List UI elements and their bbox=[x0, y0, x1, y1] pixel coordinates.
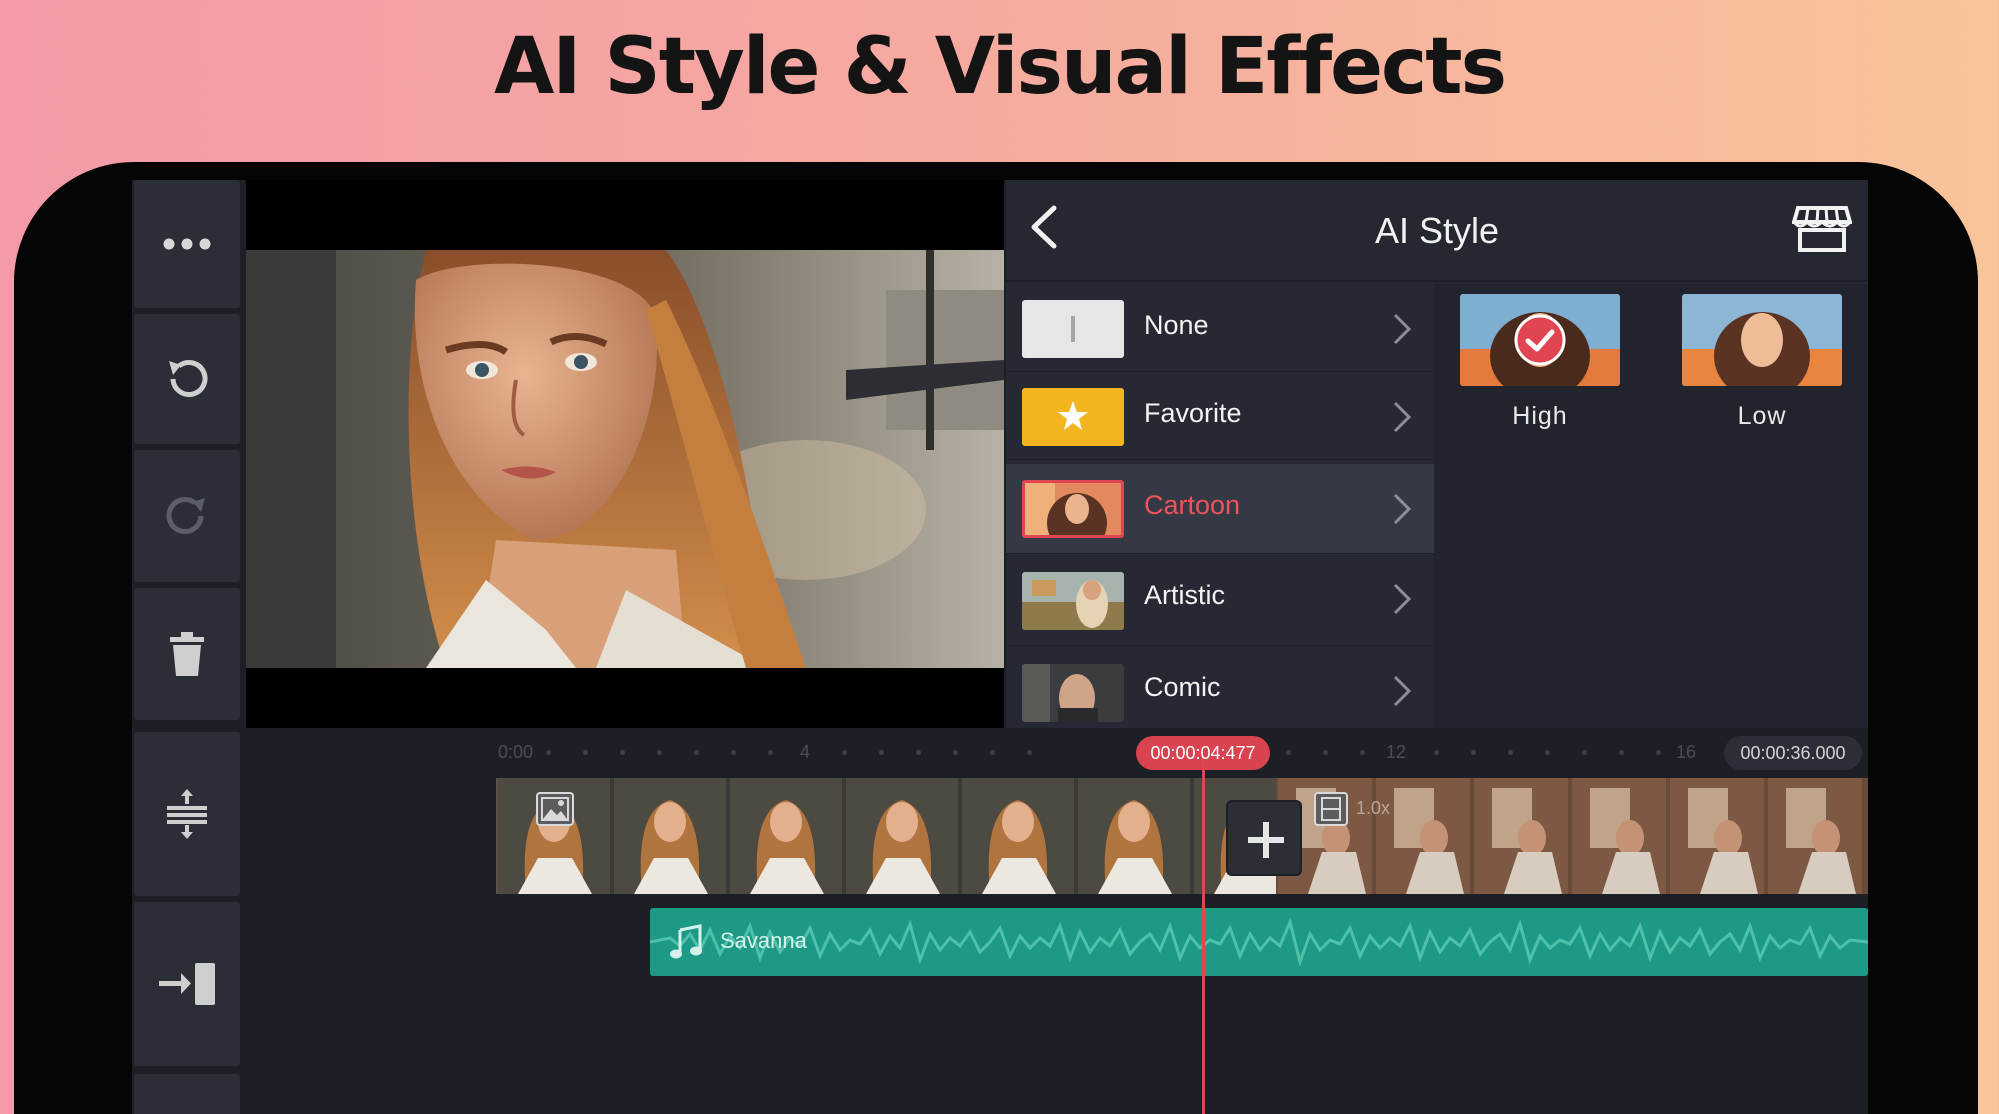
style-none-thumbnail bbox=[1022, 300, 1124, 358]
store-icon[interactable] bbox=[1792, 204, 1852, 254]
audio-track-label: Savanna bbox=[720, 928, 807, 953]
style-item-none[interactable]: None bbox=[1006, 284, 1434, 372]
strength-options: High Low bbox=[1434, 284, 1868, 728]
ruler-mark: 0:00 bbox=[498, 742, 534, 762]
more-button[interactable] bbox=[134, 180, 240, 308]
style-item-label: Favorite bbox=[1144, 398, 1242, 428]
preview-frame-image bbox=[246, 250, 1004, 668]
music-note-icon bbox=[670, 924, 702, 959]
chevron-right-icon bbox=[1393, 583, 1412, 615]
ruler-mark: 12 bbox=[1386, 742, 1407, 762]
plus-icon bbox=[1248, 822, 1284, 858]
checkmark-icon bbox=[1514, 314, 1566, 366]
strength-label: Low bbox=[1737, 402, 1787, 430]
style-item-comic[interactable]: Comic bbox=[1006, 646, 1434, 728]
panel-title: AI Style bbox=[1374, 210, 1500, 251]
undo-button[interactable] bbox=[134, 314, 240, 444]
panel-header: AI Style bbox=[1006, 180, 1868, 282]
extra-tool-button[interactable] bbox=[134, 1074, 240, 1114]
style-item-label: Cartoon bbox=[1144, 490, 1241, 520]
chevron-right-icon bbox=[1393, 493, 1412, 525]
style-artistic-thumbnail bbox=[1022, 572, 1124, 630]
style-comic-thumbnail bbox=[1022, 664, 1124, 722]
style-item-label: Artistic bbox=[1144, 580, 1225, 610]
playhead[interactable] bbox=[1202, 760, 1205, 1114]
strength-option-high[interactable]: High bbox=[1460, 294, 1620, 431]
total-time-badge: 00:00:36.000 bbox=[1724, 736, 1862, 770]
audio-waveform bbox=[650, 917, 1868, 968]
ruler-mark: 16 bbox=[1676, 742, 1697, 762]
video-clip-track[interactable]: 1.0x bbox=[496, 778, 1868, 894]
video-preview[interactable] bbox=[246, 180, 1004, 728]
editor-screen: AI Style None Favorite Cartoon Artistic … bbox=[132, 180, 1868, 1114]
left-toolbar bbox=[132, 180, 242, 1114]
audio-track[interactable]: Savanna bbox=[650, 908, 1868, 976]
headline: AI Style & Visual Effects bbox=[493, 22, 1507, 112]
star-icon bbox=[1058, 401, 1088, 430]
chevron-right-icon bbox=[1393, 675, 1412, 707]
redo-icon bbox=[166, 497, 205, 534]
chevron-right-icon bbox=[1393, 401, 1412, 433]
style-item-favorite[interactable]: Favorite bbox=[1006, 372, 1434, 460]
style-cartoon-thumbnail bbox=[1022, 480, 1124, 538]
video-clip-icon bbox=[1314, 792, 1348, 826]
style-item-label: None bbox=[1144, 310, 1209, 340]
style-list: None Favorite Cartoon Artistic Comic bbox=[1006, 284, 1434, 728]
delete-button[interactable] bbox=[134, 588, 240, 720]
split-layers-icon bbox=[167, 789, 207, 839]
chevron-right-icon bbox=[1393, 313, 1412, 345]
clip-frames bbox=[496, 778, 1868, 894]
redo-button[interactable] bbox=[134, 450, 240, 582]
ruler-mark: 4 bbox=[800, 742, 811, 762]
image-clip-icon bbox=[536, 792, 574, 826]
undo-icon bbox=[169, 360, 208, 397]
more-icon bbox=[163, 238, 211, 250]
strength-low-thumbnail bbox=[1682, 294, 1842, 386]
split-layers-button[interactable] bbox=[134, 732, 240, 896]
timeline[interactable]: 0:00 4 12 16 00:00:04:477 00:00:36.000 1… bbox=[246, 730, 1868, 1114]
strength-option-low[interactable]: Low bbox=[1682, 294, 1842, 431]
style-item-label: Comic bbox=[1144, 672, 1221, 702]
ai-style-panel: AI Style None Favorite Cartoon Artistic … bbox=[1006, 180, 1868, 728]
add-transition-button[interactable] bbox=[1226, 800, 1302, 876]
delete-icon bbox=[170, 632, 204, 676]
import-icon bbox=[159, 963, 215, 1005]
clip-speed-label: 1.0x bbox=[1356, 798, 1391, 818]
style-item-artistic[interactable]: Artistic bbox=[1006, 554, 1434, 646]
style-item-cartoon[interactable]: Cartoon bbox=[1006, 464, 1434, 554]
style-favorite-thumbnail bbox=[1022, 388, 1124, 446]
strength-label: High bbox=[1512, 402, 1568, 430]
import-button[interactable] bbox=[134, 902, 240, 1066]
strength-high-thumbnail bbox=[1460, 294, 1620, 386]
